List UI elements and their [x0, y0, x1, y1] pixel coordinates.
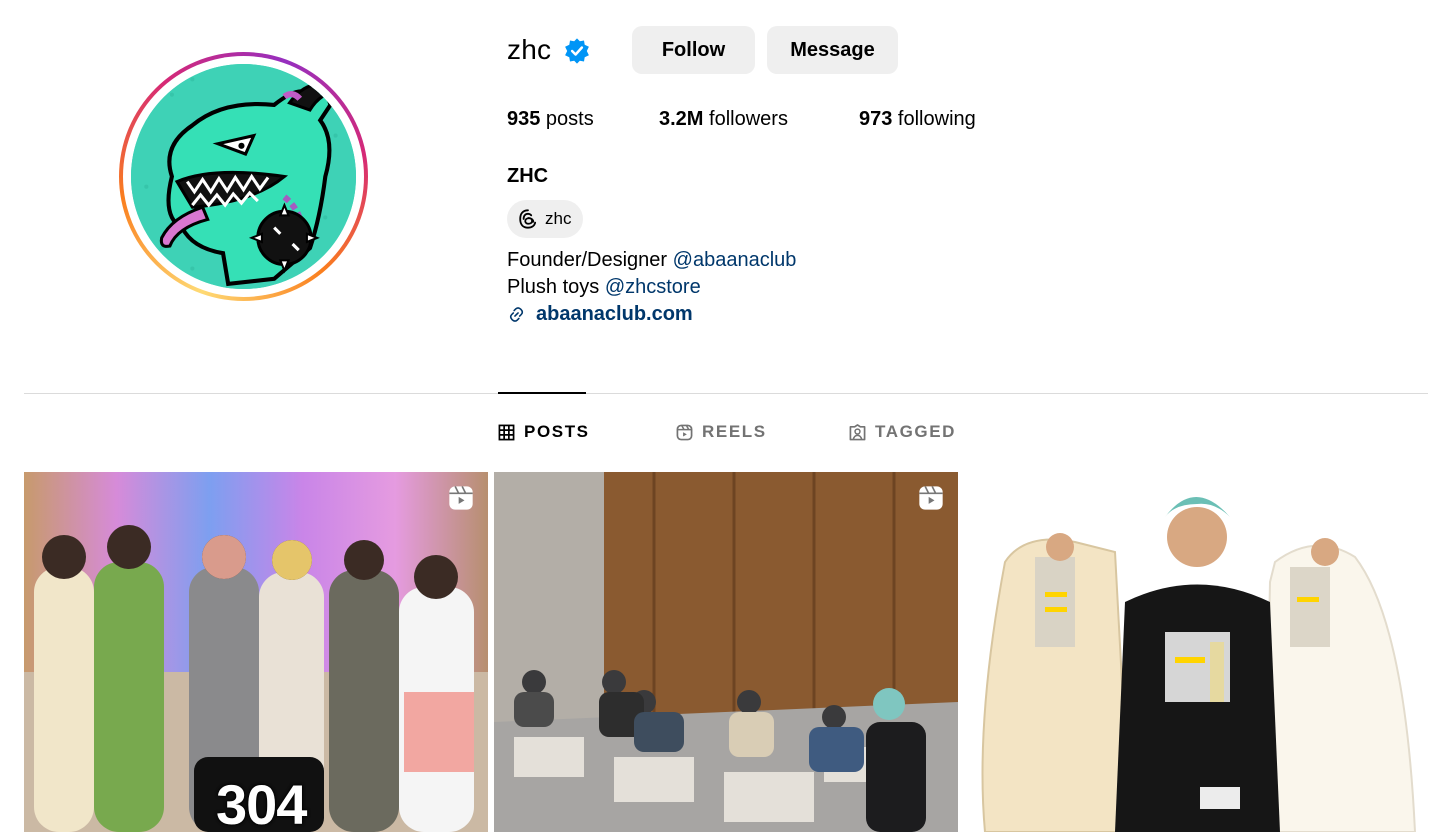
bio-line-1: Founder/Designer @abaanaclub	[507, 249, 796, 272]
bio-mention-abaanaclub[interactable]: @abaanaclub	[673, 249, 797, 271]
tab-tagged-label: TAGGED	[875, 422, 957, 441]
post-2-thumbnail	[494, 472, 958, 832]
posts-count: 935	[507, 108, 541, 130]
bio-external-link[interactable]: abaanaclub.com	[507, 303, 693, 326]
profile-full-name: ZHC	[507, 165, 549, 187]
threads-icon	[519, 209, 537, 229]
bio-line-2-text: Plush toys	[507, 276, 605, 298]
following-label: following	[892, 108, 976, 130]
following-count: 973	[859, 108, 893, 130]
reel-badge-icon	[919, 485, 943, 510]
avatar-image	[131, 64, 356, 289]
post-tile[interactable]: 304	[24, 472, 488, 832]
active-tab-indicator	[498, 392, 586, 394]
post-overlay-number: 304	[216, 773, 307, 832]
profile-username: zhc	[507, 34, 552, 65]
tab-posts-label: POSTS	[524, 422, 590, 441]
reels-icon	[676, 424, 693, 440]
reel-badge-icon	[449, 485, 473, 510]
bio-line-2: Plush toys @zhcstore	[507, 276, 701, 299]
stat-following[interactable]: 973 following	[859, 108, 976, 131]
threads-badge[interactable]: zhc	[507, 200, 583, 238]
threads-handle: zhc	[545, 209, 572, 228]
message-button[interactable]: Message	[767, 26, 898, 74]
post-tile[interactable]	[494, 472, 958, 832]
tab-tagged[interactable]: TAGGED	[849, 422, 956, 442]
followers-count: 3.2M	[659, 108, 704, 130]
post-tile[interactable]	[965, 472, 1431, 832]
tab-reels-label: REELS	[702, 422, 767, 441]
posts-label: posts	[540, 108, 594, 130]
link-text: abaanaclub.com	[536, 303, 693, 325]
post-3-thumbnail	[965, 472, 1431, 832]
bio-line-1-text: Founder/Designer	[507, 249, 673, 271]
follow-button[interactable]: Follow	[632, 26, 755, 74]
profile-avatar[interactable]	[119, 52, 368, 301]
tab-posts[interactable]: POSTS	[498, 422, 590, 442]
stat-followers[interactable]: 3.2M followers	[659, 108, 788, 131]
stat-posts: 935 posts	[507, 108, 594, 131]
link-icon	[509, 307, 524, 322]
dinosaur-avatar-art	[131, 64, 356, 289]
followers-label: followers	[703, 108, 788, 130]
bio-mention-zhcstore[interactable]: @zhcstore	[605, 276, 701, 298]
verified-badge-icon	[565, 38, 589, 64]
tab-reels[interactable]: REELS	[676, 422, 767, 442]
tabs-divider	[24, 393, 1428, 394]
tagged-icon	[849, 423, 866, 440]
avatar-gap	[123, 56, 364, 297]
grid-icon	[498, 424, 515, 440]
